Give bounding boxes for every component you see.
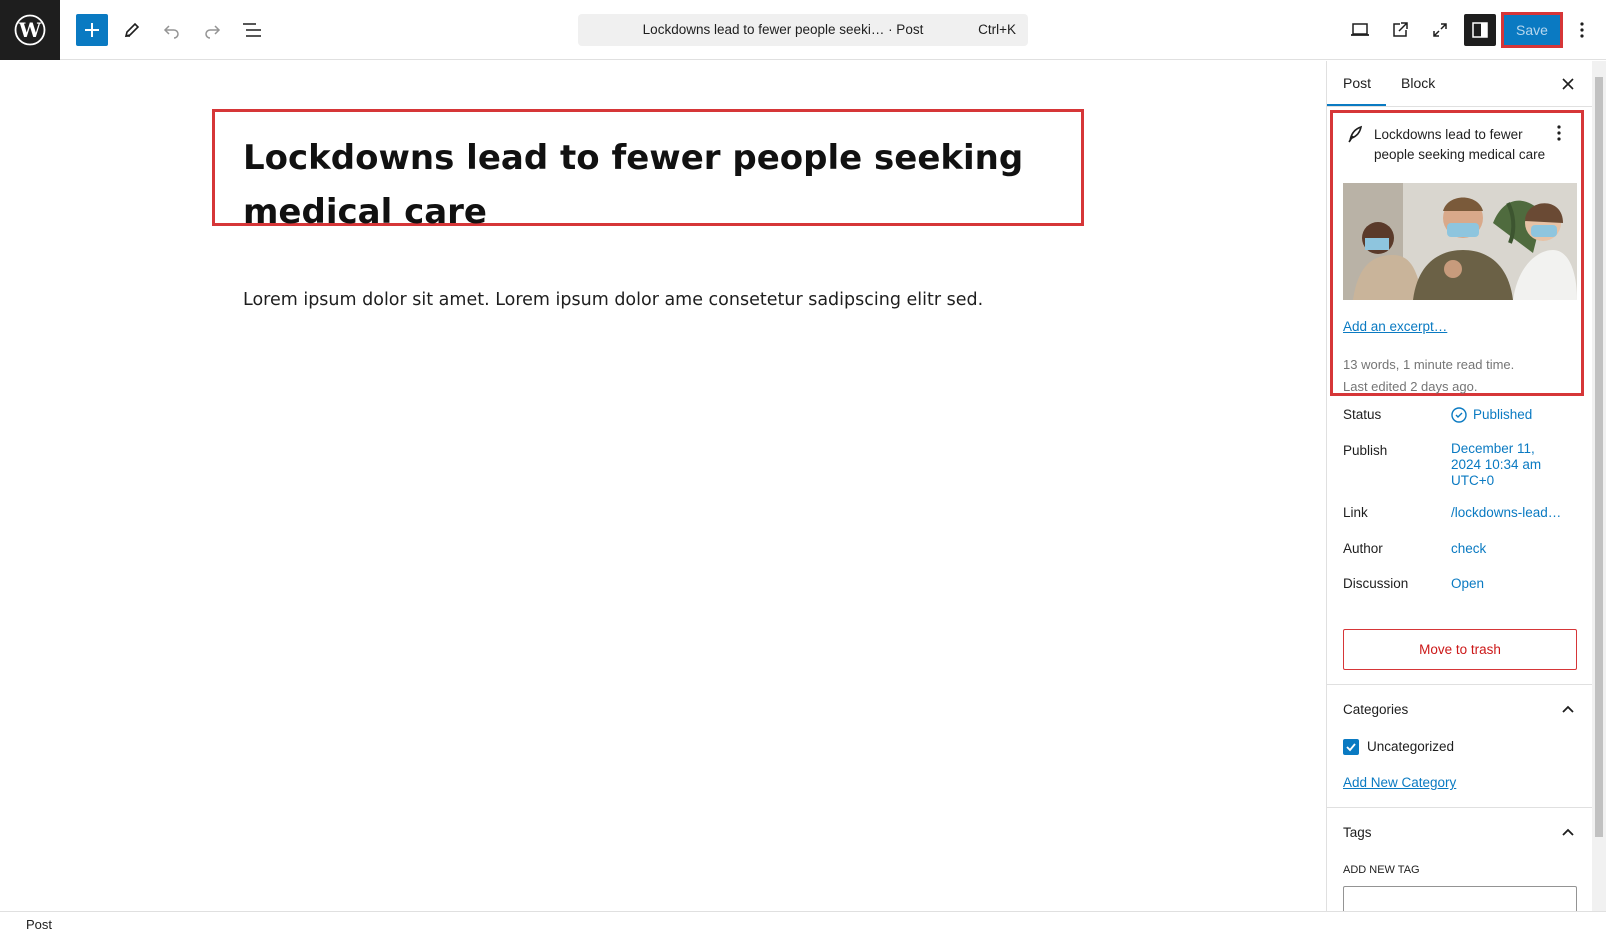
publish-date-value[interactable]: December 11, 2024 10:34 am UTC+0	[1451, 441, 1561, 489]
add-new-tag-input[interactable]	[1343, 886, 1577, 911]
close-sidebar-icon[interactable]	[1561, 73, 1575, 91]
redo-icon[interactable]	[196, 14, 228, 46]
paragraph-block[interactable]: Lorem ipsum dolor sit amet. Lorem ipsum …	[243, 290, 983, 310]
view-post-external-icon[interactable]	[1384, 14, 1416, 46]
status-label: Status	[1343, 407, 1382, 422]
post-feather-icon	[1347, 125, 1363, 143]
chevron-up-icon[interactable]	[1561, 704, 1575, 714]
editor-canvas: Lockdowns lead to fewer people seeking m…	[0, 61, 1326, 911]
move-to-trash-button[interactable]: Move to trash	[1343, 629, 1577, 670]
editor-header: W Lockdowns lead to fewer people seeki… …	[0, 0, 1606, 60]
tab-post[interactable]: Post	[1343, 75, 1371, 91]
block-breadcrumb-footer: Post	[0, 911, 1606, 936]
permalink-value[interactable]: /lockdowns-lead…	[1451, 505, 1561, 521]
tab-block[interactable]: Block	[1401, 75, 1435, 91]
add-new-tag-label: ADD NEW TAG	[1343, 864, 1420, 876]
save-button[interactable]: Save	[1501, 12, 1563, 48]
breadcrumb[interactable]: Post	[26, 917, 52, 932]
tags-panel-title[interactable]: Tags	[1343, 825, 1372, 840]
chevron-up-icon[interactable]	[1561, 827, 1575, 837]
wordpress-logo-icon[interactable]: W	[0, 0, 60, 60]
active-tab-indicator	[1327, 104, 1386, 106]
author-label: Author	[1343, 541, 1383, 556]
panel-divider	[1327, 807, 1592, 808]
add-new-category-link[interactable]: Add New Category	[1343, 775, 1456, 790]
status-value[interactable]: Published	[1451, 407, 1532, 423]
document-title: Lockdowns lead to fewer people seeki… · …	[642, 22, 924, 37]
fullscreen-icon[interactable]	[1424, 14, 1456, 46]
panel-divider	[1327, 684, 1592, 685]
document-overview-icon[interactable]	[236, 14, 268, 46]
featured-image[interactable]	[1343, 183, 1577, 300]
preview-device-icon[interactable]	[1344, 14, 1376, 46]
settings-sidebar: Post Block Lockdowns lead to fewer peopl…	[1326, 61, 1592, 911]
post-actions-menu-icon[interactable]	[1557, 125, 1561, 141]
sidebar-tabs: Post Block	[1327, 61, 1592, 107]
sidebar-scrollbar[interactable]	[1592, 61, 1606, 911]
categories-panel-title[interactable]: Categories	[1343, 702, 1408, 717]
scrollbar-thumb[interactable]	[1595, 77, 1603, 837]
command-palette-bar[interactable]: Lockdowns lead to fewer people seeki… · …	[578, 14, 1028, 46]
tools-pencil-icon[interactable]	[116, 14, 148, 46]
link-label: Link	[1343, 505, 1368, 520]
options-menu-icon[interactable]	[1566, 14, 1598, 46]
shortcut-hint: Ctrl+K	[978, 22, 1016, 37]
category-label[interactable]: Uncategorized	[1367, 739, 1454, 754]
post-title[interactable]: Lockdowns lead to fewer people seeking m…	[243, 131, 1073, 239]
svg-text:W: W	[18, 18, 42, 42]
discussion-value[interactable]: Open	[1451, 576, 1484, 592]
publish-label: Publish	[1343, 443, 1388, 458]
author-value[interactable]: check	[1451, 541, 1486, 557]
discussion-label: Discussion	[1343, 576, 1409, 591]
undo-icon[interactable]	[156, 14, 188, 46]
published-check-icon	[1451, 407, 1467, 423]
last-edited-text: Last edited 2 days ago.	[1343, 379, 1478, 394]
add-block-button[interactable]	[76, 14, 108, 46]
settings-sidebar-toggle-icon[interactable]	[1464, 14, 1496, 46]
add-excerpt-link[interactable]: Add an excerpt…	[1343, 319, 1447, 334]
post-meta-info: 13 words, 1 minute read time. Last edite…	[1343, 354, 1514, 398]
category-checkbox[interactable]	[1343, 739, 1359, 755]
word-count-text: 13 words, 1 minute read time.	[1343, 357, 1515, 372]
post-summary-title: Lockdowns lead to fewer people seeking m…	[1374, 127, 1546, 162]
